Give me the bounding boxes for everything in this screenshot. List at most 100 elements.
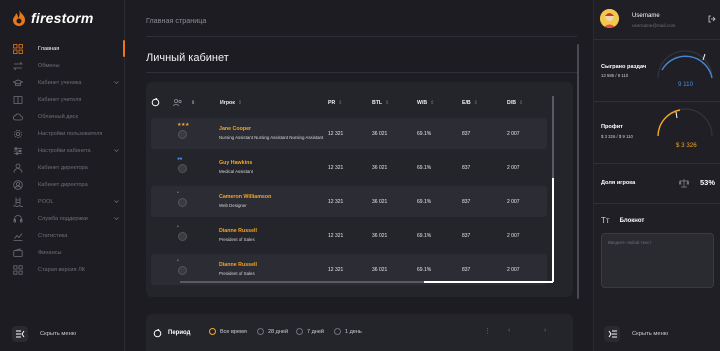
sidebar-item[interactable]: Настройки пользователя bbox=[0, 125, 125, 142]
sidebar-item[interactable]: POOL bbox=[0, 193, 125, 210]
logo[interactable]: firestorm bbox=[12, 10, 93, 26]
table-row[interactable]: • Cameron Williamson Web Designer 12 321 36 … bbox=[151, 186, 547, 217]
collapse-panel-label: Скрыть меню bbox=[632, 331, 669, 337]
cell-btl: 36 021 bbox=[372, 233, 388, 239]
collapse-panel-button[interactable]: Скрыть меню bbox=[604, 326, 668, 342]
sidebar-item[interactable]: Старая версия ЛК bbox=[0, 261, 125, 278]
collapse-menu-button[interactable]: Скрыть меню bbox=[12, 326, 76, 342]
sidebar-item[interactable]: Настройки кабинета bbox=[0, 142, 125, 159]
table-vscroll-thumb[interactable] bbox=[552, 178, 554, 282]
sidebar-item[interactable]: Кабинет ученика bbox=[0, 74, 125, 91]
player-role: President of Sales bbox=[219, 271, 255, 276]
notebook-textarea[interactable]: Введите любой текст bbox=[601, 233, 714, 288]
user-icon bbox=[13, 163, 23, 173]
user-email: username@mail.com bbox=[632, 23, 676, 28]
played-value: 9 110 bbox=[678, 81, 694, 88]
table-row[interactable]: • Dianne Russell President of Sales 12 321 3… bbox=[151, 220, 547, 251]
col-player-label: Игрок bbox=[220, 100, 235, 106]
period-option[interactable]: Все время bbox=[209, 328, 247, 335]
table-hscroll-thumb[interactable] bbox=[424, 281, 553, 283]
refresh-icon[interactable] bbox=[153, 329, 162, 338]
graduation-cap-icon bbox=[13, 78, 23, 88]
sort-icon: ⇕ bbox=[518, 100, 524, 106]
sidebar-item[interactable]: Обмены bbox=[0, 57, 125, 74]
refresh-icon[interactable] bbox=[151, 98, 160, 107]
notebook-placeholder: Введите любой текст bbox=[608, 240, 652, 245]
col-wb-label: W/B bbox=[417, 100, 428, 106]
avatar bbox=[178, 266, 187, 275]
sidebar-item[interactable]: Финансы bbox=[0, 244, 125, 261]
col-wb[interactable]: W/B ⇕ bbox=[417, 100, 434, 106]
profit-card: Профит $ 3 326 / $ 9 110 $ 3 326 bbox=[594, 102, 720, 164]
rank-badge: ●● bbox=[177, 156, 183, 162]
period-option[interactable]: 28 дней bbox=[257, 328, 288, 335]
table-row[interactable]: ●● Guy Hawkins Medical Assistant 12 321 36 0… bbox=[151, 152, 547, 183]
sidebar-item[interactable]: Облачный диск bbox=[0, 108, 125, 125]
player-role: President of Sales bbox=[219, 237, 255, 242]
settings-sliders-icon bbox=[13, 146, 23, 156]
table-row[interactable]: ★★★ Jane Cooper Nursing Assistant Nursing … bbox=[151, 118, 547, 149]
player-name[interactable]: Guy Hawkins bbox=[219, 160, 252, 166]
chevron-down-icon[interactable] bbox=[114, 199, 119, 204]
sidebar-item[interactable]: Кабинет директора bbox=[0, 159, 125, 176]
sidebar-item-label: Статистика bbox=[38, 232, 68, 239]
rank-badge: • bbox=[177, 190, 179, 196]
cell-btl: 36 021 bbox=[372, 267, 388, 273]
sidebar-item[interactable]: Служба поддержки bbox=[0, 210, 125, 227]
sidebar-item[interactable]: Кабинет учителя bbox=[0, 91, 125, 108]
played-title: Сыграно раздач bbox=[601, 64, 647, 70]
sidebar-item[interactable]: Главная bbox=[0, 40, 125, 57]
col-db-label: D/B bbox=[507, 100, 516, 106]
cell-pr: 12 321 bbox=[328, 165, 344, 171]
col-pr[interactable]: PR ⇕ bbox=[328, 100, 343, 106]
period-option-label: 1 день bbox=[345, 328, 362, 335]
next-page-icon[interactable]: › bbox=[544, 327, 546, 334]
avatar[interactable] bbox=[600, 9, 619, 28]
chevron-down-icon[interactable] bbox=[114, 80, 119, 85]
player-name[interactable]: Dianne Russell bbox=[219, 228, 257, 234]
collapse-icon bbox=[12, 326, 28, 342]
prev-page-icon[interactable]: ‹ bbox=[508, 327, 510, 334]
chevron-down-icon[interactable] bbox=[114, 216, 119, 221]
cloud-icon bbox=[13, 112, 23, 122]
app-root: firestorm Главная Обмены Кабинет ученика Ка… bbox=[0, 0, 720, 351]
page-scrollbar[interactable] bbox=[577, 44, 579, 299]
sidebar-item-label: Финансы bbox=[38, 249, 62, 256]
col-player[interactable]: Игрок ⇕ bbox=[220, 100, 242, 106]
rank-badge: • bbox=[177, 224, 179, 230]
wallet-icon bbox=[13, 247, 23, 258]
col-db[interactable]: D/B ⇕ bbox=[507, 100, 523, 106]
period-option[interactable]: 1 день bbox=[334, 328, 362, 335]
headset-icon bbox=[13, 214, 23, 224]
page-title: Личный кабинет bbox=[146, 52, 229, 64]
period-option[interactable]: 7 дней bbox=[296, 328, 324, 335]
breadcrumb[interactable]: Главная страница bbox=[146, 16, 206, 25]
cell-wb: 69.1% bbox=[417, 165, 432, 171]
swap-icon bbox=[13, 61, 23, 71]
sidebar-item[interactable]: Статистика bbox=[0, 227, 125, 244]
text-format-icon: Tт bbox=[601, 216, 610, 225]
chevron-down-icon[interactable] bbox=[114, 148, 119, 153]
player-name[interactable]: Jane Cooper bbox=[219, 126, 251, 132]
cell-wb: 69.1% bbox=[417, 199, 432, 205]
sidebar-item[interactable]: Кабинет директора bbox=[0, 176, 125, 193]
player-role: Medical Assistant bbox=[219, 169, 253, 174]
col-btl[interactable]: BTL ⇕ bbox=[372, 100, 389, 106]
sidebar-item-label: Настройки кабинета bbox=[38, 147, 91, 154]
player-name[interactable]: Dianne Russell bbox=[219, 262, 257, 268]
sort-icon: ⇕ bbox=[385, 100, 390, 106]
sidebar: firestorm Главная Обмены Кабинет ученика Ка… bbox=[0, 0, 125, 351]
avatar bbox=[178, 130, 187, 139]
player-role: Web Designer bbox=[219, 203, 247, 208]
cell-pr: 12 321 bbox=[328, 131, 344, 137]
col-eb[interactable]: E/B ⇕ bbox=[462, 100, 478, 106]
sidebar-item-label: Облачный диск bbox=[38, 113, 78, 120]
player-name[interactable]: Cameron Williamson bbox=[219, 194, 271, 200]
sort-icon[interactable]: ⇕ bbox=[191, 100, 195, 106]
logout-icon[interactable] bbox=[708, 15, 716, 23]
cell-wb: 69.1% bbox=[417, 267, 432, 273]
more-icon[interactable]: ⋮ bbox=[484, 327, 491, 335]
pool-icon bbox=[13, 197, 23, 207]
rank-badge: ★★★ bbox=[177, 122, 189, 128]
cell-btl: 36 021 bbox=[372, 165, 388, 171]
